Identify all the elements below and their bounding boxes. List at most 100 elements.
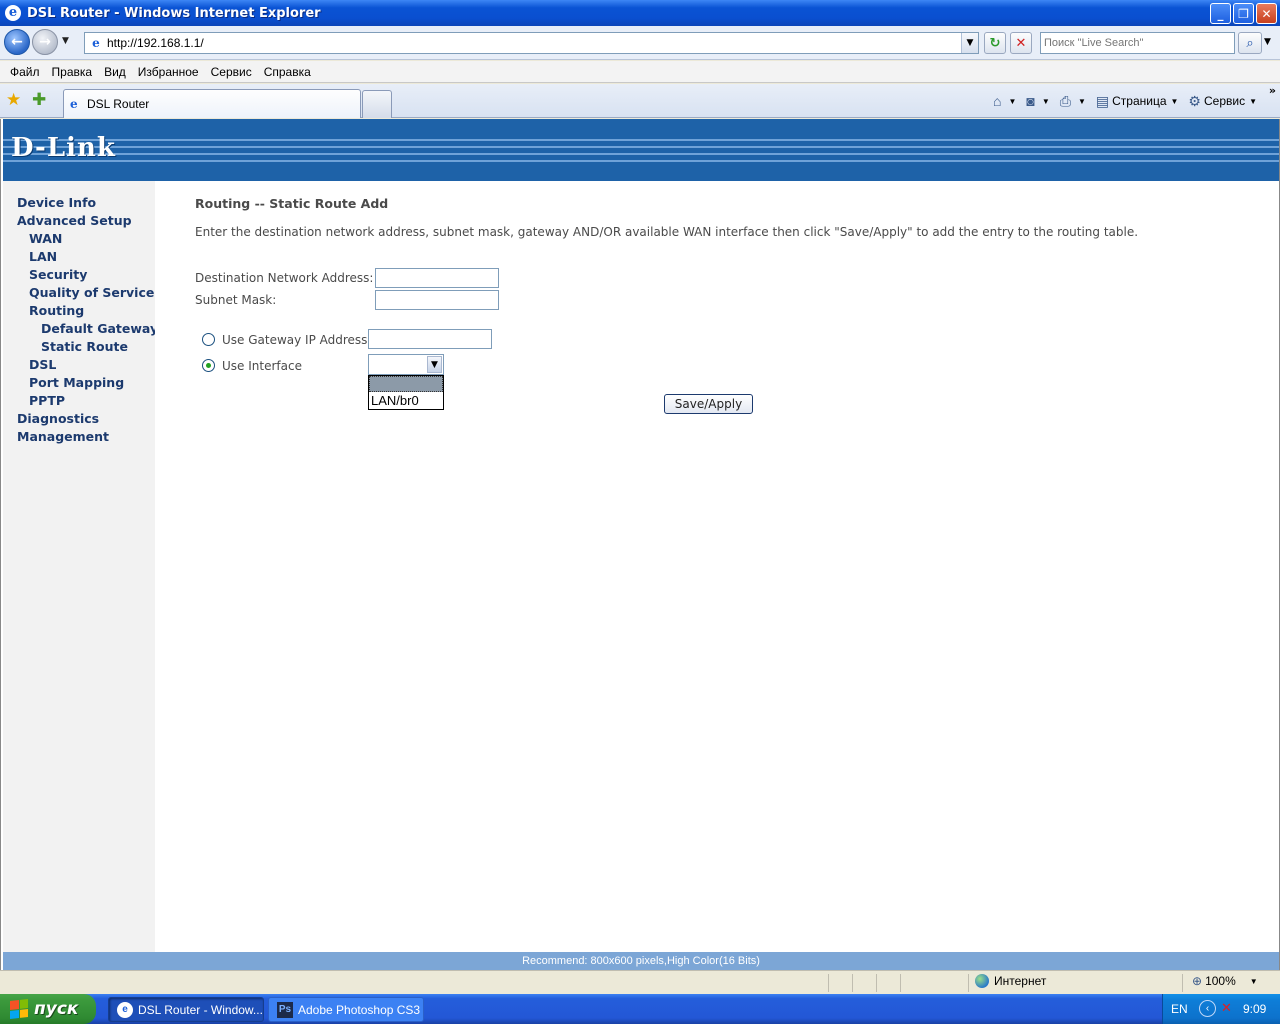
tools-menu-button[interactable]: ⚙ Сервис ▼ [1183,93,1262,110]
zoom-level: 100% [1205,974,1236,988]
page-menu-button[interactable]: ▤ Страница ▼ [1091,93,1184,110]
page-menu-label: Страница [1112,94,1167,108]
page-icon: e [92,36,100,50]
network-disconnected-icon[interactable]: ✕ [1221,1000,1232,1016]
forward-button[interactable]: → [32,29,58,55]
destination-label: Destination Network Address: [195,271,374,285]
printer-icon: ⎙ [1059,92,1071,109]
nav-pptp[interactable]: PPTP [29,393,65,408]
chevron-down-icon: ▼ [1170,96,1179,106]
nav-quality-of-service[interactable]: Quality of Service [29,285,154,300]
status-divider [852,974,853,992]
nav-lan[interactable]: LAN [29,249,57,264]
banner-stripe [3,146,1279,148]
refresh-button[interactable]: ↻ [984,32,1006,54]
stop-button[interactable]: ✕ [1010,32,1032,54]
history-dropdown-icon[interactable]: ▼ [62,36,69,46]
nav-port-mapping[interactable]: Port Mapping [29,375,124,390]
interface-option-lan-br0[interactable]: LAN/br0 [371,393,419,408]
search-button[interactable]: ⌕ [1238,32,1262,54]
gateway-radio[interactable] [202,333,215,346]
nav-security[interactable]: Security [29,267,87,282]
tab-dsl-router[interactable]: e DSL Router [63,89,361,118]
tab-bar: ★ ✚ e DSL Router ⌂ ▼ ◙ ▼ ⎙ ▼ ▤ Страница ▼ ⚙ Се… [0,84,1280,118]
search-box[interactable] [1040,32,1235,54]
nav-device-info[interactable]: Device Info [17,195,96,210]
nav-advanced-setup[interactable]: Advanced Setup [17,213,132,228]
address-bar[interactable]: e http://192.168.1.1/ ▼ [84,32,979,54]
dlink-banner: D-Link [3,119,1279,181]
window-title: DSL Router - Windows Internet Explorer [27,5,321,21]
nav-diagnostics[interactable]: Diagnostics [17,411,99,426]
menu-favorites[interactable]: Избранное [132,65,205,79]
chevron-down-icon: ▼ [1008,96,1017,106]
menu-file[interactable]: Файл [4,65,46,79]
close-button[interactable]: ✕ [1256,3,1277,24]
gateway-label: Use Gateway IP Address [222,333,368,347]
home-button[interactable]: ⌂ ▼ [988,93,1021,109]
taskbar-item-label: DSL Router - Window... [138,1002,263,1017]
taskbar-item-label: Adobe Photoshop CS3 [298,1002,421,1017]
more-tools-icon[interactable]: » [1269,84,1276,97]
menu-edit[interactable]: Правка [46,65,99,79]
interface-radio[interactable] [202,359,215,372]
nav-default-gateway[interactable]: Default Gateway [41,321,158,336]
menu-bar: Файл Правка Вид Избранное Сервис Справка [0,61,1280,83]
chevron-down-icon[interactable]: ▼ [427,356,442,373]
search-options-icon[interactable]: ▼ [1264,37,1271,47]
feeds-button[interactable]: ◙ ▼ [1021,93,1054,109]
status-divider [828,974,829,992]
status-divider [968,974,969,992]
destination-input[interactable] [375,268,499,288]
nav-sidebar: Device Info Advanced Setup WAN LAN Secur… [3,181,158,952]
main-content: Routing -- Static Route Add Enter the de… [155,181,1277,952]
page-icon: ▤ [1095,92,1110,109]
resolution-footer: Recommend: 800x600 pixels,High Color(16 … [3,952,1279,970]
menu-tools[interactable]: Сервис [205,65,258,79]
interface-select[interactable]: ▼ [368,354,444,375]
security-zone[interactable]: Интернет [975,974,1046,988]
new-tab-button[interactable] [362,90,392,118]
globe-icon [975,974,989,988]
nav-static-route[interactable]: Static Route [41,339,128,354]
nav-dsl[interactable]: DSL [29,357,56,372]
zone-label: Интернет [994,974,1047,988]
zoom-control[interactable]: ⊕ 100% ▼ [1192,974,1258,988]
address-url[interactable]: http://192.168.1.1/ [107,36,204,50]
add-favorite-icon[interactable]: ✚ [32,90,46,110]
favorites-star-icon[interactable]: ★ [6,90,21,110]
command-bar: ⌂ ▼ ◙ ▼ ⎙ ▼ ▤ Страница ▼ ⚙ Сервис ▼ [988,90,1280,112]
rss-icon: ◙ [1026,93,1035,109]
language-indicator[interactable]: EN [1171,1002,1188,1016]
print-button[interactable]: ⎙ ▼ [1055,93,1091,110]
taskbar-item-photoshop[interactable]: Ps Adobe Photoshop CS3 [268,997,424,1022]
page-description: Enter the destination network address, s… [195,225,1139,239]
status-divider [900,974,901,992]
clock[interactable]: 9:09 [1243,1002,1266,1016]
ie-logo-icon: e [117,1001,133,1018]
dlink-logo: D-Link [11,133,116,163]
save-apply-button[interactable]: Save/Apply [664,394,753,414]
window-title-bar[interactable]: e DSL Router - Windows Internet Explorer… [0,0,1280,26]
maximize-button[interactable]: ❐ [1233,3,1254,24]
photoshop-icon: Ps [277,1001,293,1018]
nav-wan[interactable]: WAN [29,231,62,246]
refresh-icon: ↻ [989,35,1001,51]
tools-menu-label: Сервис [1203,94,1246,108]
gateway-ip-input[interactable] [368,329,492,349]
interface-option-blank[interactable] [369,376,443,392]
back-button[interactable]: ← [4,29,30,55]
menu-view[interactable]: Вид [98,65,132,79]
taskbar-item-ie[interactable]: e DSL Router - Window... [108,997,264,1022]
search-input[interactable] [1041,33,1234,53]
minimize-button[interactable]: _ [1210,3,1231,24]
subnet-mask-input[interactable] [375,290,499,310]
arrow-left-icon: ← [11,34,23,50]
nav-management[interactable]: Management [17,429,109,444]
chevron-left-icon[interactable]: ‹ [1199,1000,1216,1017]
menu-help[interactable]: Справка [258,65,317,79]
nav-routing[interactable]: Routing [29,303,84,318]
address-dropdown-icon[interactable]: ▼ [961,33,978,53]
address-toolbar: ← → ▼ e http://192.168.1.1/ ▼ ↻ ✕ ⌕ ▼ [0,26,1280,60]
start-button[interactable]: пуск [0,994,96,1024]
